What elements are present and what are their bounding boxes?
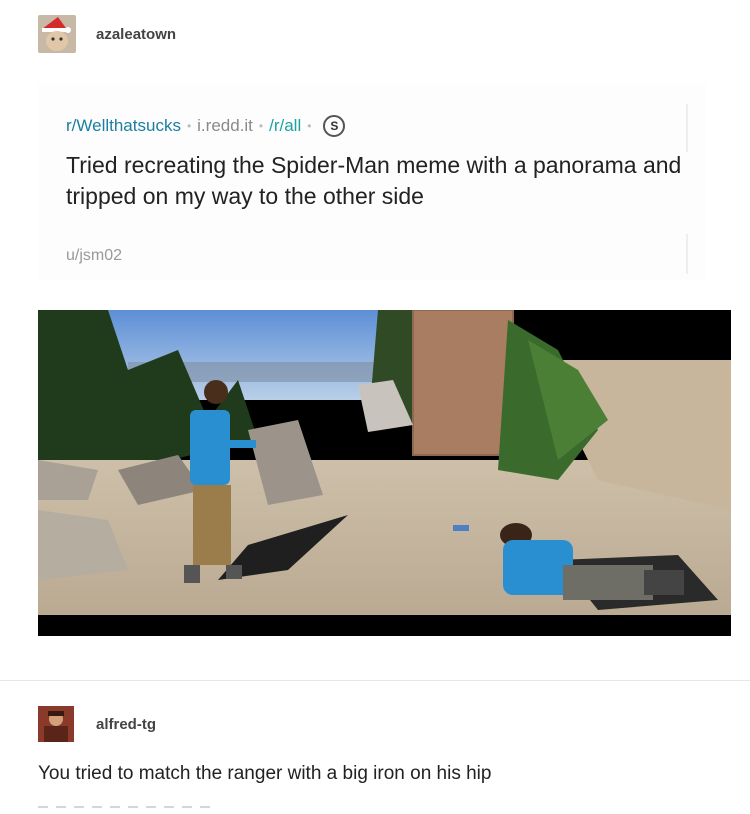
panorama-photo[interactable] <box>38 310 731 636</box>
post-author[interactable]: u/jsm02 <box>66 247 122 265</box>
domain-link[interactable]: i.redd.it <box>197 116 253 136</box>
subreddit-link[interactable]: r/Wellthatsucks <box>66 116 181 136</box>
post-title[interactable]: Tried recreating the Spider-Man meme wit… <box>66 150 686 212</box>
reply-header: alfred-tg <box>38 705 156 743</box>
post-header: azaleatown <box>38 14 176 54</box>
divider <box>686 104 688 152</box>
separator-dot: • <box>307 119 312 133</box>
separator-dot: • <box>258 119 264 133</box>
avatar[interactable] <box>38 15 76 53</box>
reddit-post-card: r/Wellthatsucks • i.redd.it • /r/all • S… <box>38 84 706 280</box>
avatar[interactable] <box>38 706 74 742</box>
divider <box>686 234 688 274</box>
cut-off-text <box>38 806 218 808</box>
reddit-meta: r/Wellthatsucks • i.redd.it • /r/all • S <box>66 115 346 137</box>
separator-dot: • <box>186 119 192 133</box>
reply-text: You tried to match the ranger with a big… <box>38 763 492 784</box>
silver-award-icon: S <box>323 115 346 137</box>
divider <box>0 680 750 681</box>
all-link[interactable]: /r/all <box>269 116 301 136</box>
post-username[interactable]: azaleatown <box>96 26 176 43</box>
reply-username[interactable]: alfred-tg <box>96 716 156 733</box>
